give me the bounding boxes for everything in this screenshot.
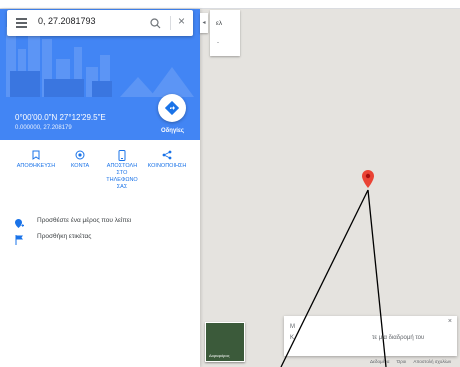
close-icon[interactable]: × [448,318,452,325]
save-button[interactable]: ΑΠΟΘΗΚΕΥΣΗ [14,149,58,170]
map-canvas[interactable] [200,9,460,367]
add-label-label: Προσθήκη ετικέτας [37,233,92,240]
info-line-1: Μ [290,324,295,330]
footer-feedback-link[interactable]: Αποστολή σχολίων [413,359,451,364]
share-icon [145,149,189,161]
coordinates-dms: 0°00'00.0"N 27°12'29.5"E [15,113,106,122]
info-tail: τε μια διαδρομή του [372,335,425,341]
location-pin-icon[interactable] [362,170,374,193]
satellite-toggle[interactable]: Δορυφόρος [205,322,245,362]
satellite-label: Δορυφόρος [209,353,230,358]
nearby-label: ΚΟΝΤΑ [70,163,90,169]
layer-control[interactable]: ελ - [210,10,240,56]
layer-label: ελ [216,20,223,27]
save-label: ΑΠΟΘΗΚΕΥΣΗ [16,163,56,169]
nearby-icon [58,149,102,161]
flag-icon [15,232,24,250]
close-icon[interactable]: × [178,14,185,28]
side-panel: 0°00'00.0"N 27°12'29.5"E 0.000000, 27.20… [0,9,200,367]
send-to-phone-label: ΑΠΟΣΤΟΛΗ ΣΤΟ ΤΗΛΕΦΩΝΟ ΣΑΣ [106,163,138,190]
nearby-button[interactable]: ΚΟΝΤΑ [58,149,102,170]
info-line-2: Κ [290,335,295,341]
bookmark-icon [14,149,58,161]
search-box[interactable]: 0, 27.2081793 × [7,10,193,36]
menu-icon[interactable] [16,18,27,28]
directions-label[interactable]: Οδηγίες [161,128,184,134]
collapse-panel-button[interactable]: ◂ [200,13,208,33]
map-footer: Δεδομένα Όροι Αποστολή σχολίων [370,359,460,367]
add-missing-place-label: Προσθέστε ένα μέρος που λείπει [37,217,132,224]
action-bar: ΑΠΟΘΗΚΕΥΣΗ ΚΟΝΤΑ ΑΠΟΣΤΟΛΗ ΣΤΟ ΤΗΛΕΦΩΝΟ Σ… [0,149,200,201]
send-to-phone-button[interactable]: ΑΠΟΣΤΟΛΗ ΣΤΟ ΤΗΛΕΦΩΝΟ ΣΑΣ [100,149,144,191]
directions-button[interactable] [158,94,186,122]
footer-data-link[interactable]: Δεδομένα [370,359,389,364]
share-label: ΚΟΙΝΟΠΟΙΗΣΗ [147,163,187,169]
search-input[interactable]: 0, 27.2081793 [38,16,96,26]
search-divider [170,16,171,30]
layer-sub: - [217,40,219,46]
footer-terms-link[interactable]: Όροι [397,359,407,364]
info-card: Μ Κ τε μια διαδρομή του × [284,316,457,356]
directions-icon [165,101,179,115]
coordinates-decimal: 0.000000, 27.208179 [15,125,72,131]
search-icon[interactable] [150,16,161,34]
share-button[interactable]: ΚΟΙΝΟΠΟΙΗΣΗ [145,149,189,170]
phone-icon [100,149,144,161]
